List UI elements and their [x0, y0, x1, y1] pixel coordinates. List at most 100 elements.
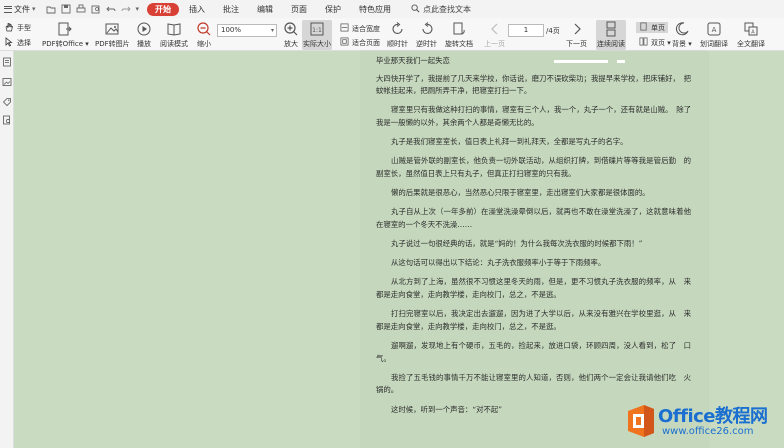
actual-size-button[interactable]: 1:1 实际大小	[302, 20, 332, 50]
actual-size-icon: 1:1	[309, 21, 325, 37]
paragraph: 寝室里只有我做这种打扫的事情，寝室有三个人，我一个，丸子一个，还有就是山贼。 除…	[376, 105, 691, 127]
prev-page-button[interactable]: 上一页	[484, 21, 505, 49]
pdf-page: 毕业那天我们一起失恋 大四快开学了，我提前了几天来学校，你话说，磨刀不误砍柴功；…	[361, 51, 708, 448]
reading-mode-label: 阅读模式	[160, 40, 188, 48]
svg-text:A: A	[751, 30, 755, 36]
hand-tool-button[interactable]: 手型	[4, 22, 31, 34]
office-logo-icon	[624, 403, 658, 439]
watermark-url: www.office26.com	[662, 426, 754, 437]
open-folder-icon[interactable]	[46, 4, 56, 14]
tab-edit[interactable]: 编辑	[249, 3, 281, 16]
document-title: 毕业那天我们一起失恋	[376, 56, 450, 65]
tab-annotate[interactable]: 批注	[215, 3, 247, 16]
tab-home[interactable]: 开始	[147, 2, 180, 16]
chevron-down-icon: ▾	[270, 27, 274, 34]
page-total-label: /4页	[546, 27, 560, 35]
chevron-down-icon: ▾	[32, 5, 36, 13]
quick-access-more-icon[interactable]: ▾	[136, 5, 140, 13]
ribbon-tabs: 开始 插入 批注 编辑 页面 保护 特色应用	[147, 2, 399, 16]
hand-tool-label: 手型	[17, 24, 31, 32]
cursor-icon	[4, 37, 14, 49]
zoom-level-value: 100%	[221, 26, 242, 34]
fit-width-label: 适合宽度	[352, 24, 380, 33]
rotate-clockwise-button[interactable]: 顺时针	[387, 21, 408, 49]
tab-page[interactable]: 页面	[283, 3, 315, 16]
paragraph: 丸子说过一句很经典的话，就是“妈的！为什么我每次洗衣服的时候都下雨！”	[391, 239, 643, 249]
translate-icon: A	[706, 21, 722, 37]
continuous-reading-button[interactable]: 连续阅读	[596, 20, 626, 50]
page-number-input[interactable]: 1	[508, 24, 544, 37]
tab-insert[interactable]: 插入	[181, 3, 213, 16]
prev-page-label: 上一页	[484, 40, 505, 48]
search-command-box[interactable]: 点此查找文本	[411, 3, 472, 15]
chevron-left-icon	[487, 21, 503, 37]
reading-mode-button[interactable]: 阅读模式	[160, 21, 188, 49]
next-page-button[interactable]: 下一页	[566, 21, 587, 49]
svg-text:1:1: 1:1	[312, 27, 322, 34]
rotate-counterclockwise-button[interactable]: 逆时针	[416, 21, 437, 49]
paragraph: 懒的后果就是很恶心，当然恶心只限于寝室里，走出寝室们大家都是很体面的。	[391, 188, 650, 198]
actual-size-label: 实际大小	[303, 40, 331, 48]
menu-bar: 文件 ▾ ▾ 开始 插入 批注 编辑 页面 保护 特色应用 点此查找文本	[0, 0, 784, 18]
rotate-clockwise-icon	[390, 21, 406, 37]
thumbnails-icon[interactable]	[2, 57, 12, 67]
fit-page-icon	[340, 37, 349, 48]
continuous-reading-label: 连续阅读	[597, 40, 625, 48]
search-document-icon[interactable]	[2, 115, 12, 125]
page-number-value: 1	[523, 26, 529, 34]
rotate-clockwise-label: 顺时针	[387, 40, 408, 48]
tab-special-apps[interactable]: 特色应用	[351, 3, 399, 16]
quick-access-toolbar: ▾	[46, 4, 140, 14]
double-page-button[interactable]: 双页 ▾	[639, 37, 671, 48]
ribbon-toolbar: 手型 选择 PDF转Office ▾ PDF转图片 播放 阅读模式 缩小 100…	[0, 18, 784, 51]
search-icon	[411, 3, 420, 15]
pdf-to-image-button[interactable]: PDF转图片	[95, 21, 130, 49]
undo-icon[interactable]	[105, 4, 116, 14]
select-tool-label: 选择	[17, 39, 31, 47]
print-icon[interactable]	[76, 4, 86, 14]
rotate-counterclockwise-label: 逆时针	[416, 40, 437, 48]
document-workspace: 毕业那天我们一起失恋 大四快开学了，我提前了几天来学校，你话说，磨刀不误砍柴功；…	[15, 51, 784, 448]
zoom-out-icon	[196, 21, 212, 37]
hamburger-icon	[4, 5, 12, 13]
image-panel-icon[interactable]	[2, 77, 12, 87]
paragraph: 山贼是管外联的副室长，他负责一切外联活动，从组织打牌，到借碟片等等我是管后勤 的…	[376, 156, 691, 178]
zoom-level-select[interactable]: 100% ▾	[217, 24, 277, 37]
search-command-label: 点此查找文本	[423, 4, 472, 14]
single-page-button[interactable]: 单页	[636, 22, 668, 33]
paragraph: 打扫完寝室以后，我决定出去遛遛，因为进了大学以后，从来没有雅兴在学校里逛，从 来…	[376, 309, 691, 331]
rotate-counterclockwise-icon	[419, 21, 435, 37]
print-preview-icon[interactable]	[91, 4, 101, 14]
bookmark-tag-icon[interactable]	[2, 97, 12, 107]
pdf-to-office-label: PDF转Office ▾	[42, 40, 89, 48]
paragraph: 从这句话可以得出以下结论：丸子洗衣服频率小于等于下雨频率。	[391, 258, 606, 268]
hand-icon	[4, 22, 14, 34]
paragraph: 丸子是我们寝室室长，值日表上礼拜一到礼拜天，全都是写丸子的名字。	[391, 137, 628, 147]
zoom-in-button[interactable]: 放大	[283, 21, 299, 49]
paragraph: 丸子自从上次（一年多前）在澡堂洗澡晕倒以后，就再也不敢在澡堂洗澡了，这就意味着他…	[376, 207, 691, 229]
word-translate-label: 划词翻译	[700, 40, 728, 48]
double-page-label: 双页 ▾	[651, 38, 671, 47]
redo-icon[interactable]	[121, 4, 131, 14]
full-translate-button[interactable]: A 全文翻译	[737, 21, 765, 49]
fit-width-button[interactable]: 适合宽度	[340, 23, 380, 34]
file-menu-button[interactable]: 文件 ▾	[0, 2, 40, 16]
book-icon	[166, 21, 182, 37]
pdf-to-image-icon	[104, 21, 120, 37]
moon-icon	[674, 21, 690, 37]
zoom-in-icon	[283, 21, 299, 37]
background-label: 背景 ▾	[672, 40, 692, 48]
watermark-title: Office教程网	[658, 406, 768, 427]
zoom-out-button[interactable]: 缩小	[196, 21, 212, 49]
play-label: 播放	[137, 40, 151, 48]
play-button[interactable]: 播放	[136, 21, 152, 49]
fit-page-button[interactable]: 适合页面	[340, 37, 380, 48]
background-button[interactable]: 背景 ▾	[672, 21, 692, 49]
rotate-document-button[interactable]: 旋转文档	[445, 21, 473, 49]
word-translate-button[interactable]: A 划词翻译	[700, 21, 728, 49]
tab-protect[interactable]: 保护	[317, 3, 349, 16]
save-icon[interactable]	[61, 4, 71, 14]
double-page-icon	[639, 37, 648, 48]
select-tool-button[interactable]: 选择	[4, 37, 31, 49]
pdf-to-office-button[interactable]: PDF转Office ▾	[42, 21, 89, 49]
